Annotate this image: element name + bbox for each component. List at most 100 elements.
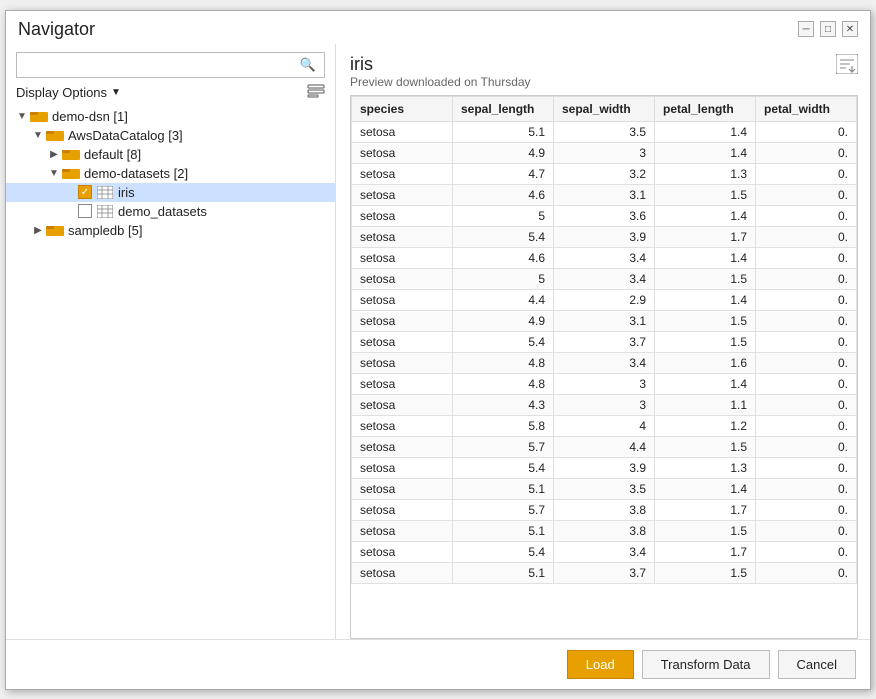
table-cell: setosa [352, 352, 453, 373]
tree-item-demo-datasets-table[interactable]: demo_datasets [6, 202, 335, 221]
tree-item-sampledb[interactable]: ▶ sampledb [5] [6, 221, 335, 240]
table-cell: setosa [352, 562, 453, 583]
table-cell: setosa [352, 247, 453, 268]
left-panel: 🔍 Display Options ▼ ▼ [6, 44, 336, 639]
table-row: setosa4.831.40. [352, 373, 857, 394]
tree-item-default[interactable]: ▶ default [8] [6, 145, 335, 164]
table-cell: 4.6 [453, 247, 554, 268]
tree-label-demo-datasets-table: demo_datasets [118, 204, 207, 219]
table-cell: 5.8 [453, 415, 554, 436]
table-cell: setosa [352, 499, 453, 520]
table-row: setosa5.13.51.40. [352, 478, 857, 499]
table-cell: 3.5 [554, 121, 655, 142]
edit-icon [307, 84, 325, 98]
tree-area: ▼ demo-dsn [1] ▼ AwsDataCatalog [3] [6, 107, 335, 639]
preview-subtitle: Preview downloaded on Thursday [350, 75, 531, 89]
search-bar: 🔍 [16, 52, 325, 78]
table-cell: 4.8 [453, 373, 554, 394]
table-row: setosa4.93.11.50. [352, 310, 857, 331]
table-cell: 0. [756, 436, 857, 457]
table-cell: 3.7 [554, 331, 655, 352]
table-cell: setosa [352, 163, 453, 184]
load-button[interactable]: Load [567, 650, 634, 679]
table-cell: setosa [352, 226, 453, 247]
table-cell: 3.4 [554, 352, 655, 373]
col-header-petal-length: petal_length [655, 96, 756, 121]
table-cell: 3.8 [554, 499, 655, 520]
table-cell: 4.4 [453, 289, 554, 310]
table-cell: 1.3 [655, 457, 756, 478]
checkbox-iris[interactable]: ✓ [78, 185, 92, 199]
col-header-petal-width: petal_width [756, 96, 857, 121]
table-cell: setosa [352, 142, 453, 163]
table-cell: 1.5 [655, 331, 756, 352]
table-cell: 3.4 [554, 247, 655, 268]
minimize-button[interactable]: ─ [798, 21, 814, 37]
table-row: setosa4.42.91.40. [352, 289, 857, 310]
tree-item-iris[interactable]: ✓ iris [6, 183, 335, 202]
display-options-row: Display Options ▼ [6, 84, 335, 107]
table-cell: 0. [756, 163, 857, 184]
table-cell: 0. [756, 499, 857, 520]
cancel-button[interactable]: Cancel [778, 650, 856, 679]
preview-download-icon [836, 54, 858, 79]
table-cell: setosa [352, 457, 453, 478]
table-cell: setosa [352, 310, 453, 331]
table-cell: 3.9 [554, 457, 655, 478]
table-cell: 3 [554, 142, 655, 163]
folder-icon-demo-datasets [62, 166, 80, 180]
tree-item-aws-catalog[interactable]: ▼ AwsDataCatalog [3] [6, 126, 335, 145]
table-cell: setosa [352, 331, 453, 352]
table-cell: 0. [756, 268, 857, 289]
table-icon-demo-datasets-table [96, 204, 114, 218]
transform-data-button[interactable]: Transform Data [642, 650, 770, 679]
table-row: setosa5.43.91.70. [352, 226, 857, 247]
table-cell: 5.1 [453, 520, 554, 541]
table-cell: 0. [756, 373, 857, 394]
display-options-button[interactable]: Display Options ▼ [16, 85, 121, 100]
toggle-icon-sampledb: ▶ [30, 225, 46, 236]
table-cell: 0. [756, 205, 857, 226]
search-input[interactable] [17, 53, 292, 76]
table-scroll-wrapper[interactable]: species sepal_length sepal_width petal_l… [351, 96, 857, 638]
table-cell: setosa [352, 478, 453, 499]
table-cell: 3.1 [554, 310, 655, 331]
maximize-button[interactable]: □ [820, 21, 836, 37]
table-cell: 5.4 [453, 331, 554, 352]
table-cell: 1.6 [655, 352, 756, 373]
table-cell: 4.9 [453, 142, 554, 163]
table-cell: 3.5 [554, 478, 655, 499]
tree-item-demo-dsn[interactable]: ▼ demo-dsn [1] [6, 107, 335, 126]
table-cell: 0. [756, 415, 857, 436]
table-cell: 0. [756, 121, 857, 142]
tree-label-demo-datasets: demo-datasets [2] [84, 166, 188, 181]
table-row: setosa4.931.40. [352, 142, 857, 163]
table-row: setosa5.13.71.50. [352, 562, 857, 583]
toggle-icon-aws-catalog: ▼ [30, 130, 46, 141]
table-cell: 1.7 [655, 499, 756, 520]
folder-icon-demo-dsn [30, 109, 48, 123]
close-button[interactable]: ✕ [842, 21, 858, 37]
table-row: setosa5.73.81.70. [352, 499, 857, 520]
table-row: setosa5.13.51.40. [352, 121, 857, 142]
table-cell: 3.4 [554, 268, 655, 289]
table-cell: 0. [756, 352, 857, 373]
table-cell: 5.4 [453, 541, 554, 562]
checkbox-demo-datasets-table[interactable] [78, 204, 92, 218]
table-cell: 5.1 [453, 478, 554, 499]
table-row: setosa4.63.11.50. [352, 184, 857, 205]
table-cell: 0. [756, 394, 857, 415]
table-cell: 1.4 [655, 478, 756, 499]
table-cell: 1.4 [655, 373, 756, 394]
table-cell: 0. [756, 331, 857, 352]
display-options-arrow: ▼ [111, 87, 121, 98]
table-cell: setosa [352, 541, 453, 562]
tree-label-iris: iris [118, 185, 135, 200]
table-cell: 4 [554, 415, 655, 436]
table-cell: 3.1 [554, 184, 655, 205]
table-cell: setosa [352, 436, 453, 457]
edit-icon-button[interactable] [307, 84, 325, 101]
table-cell: 1.2 [655, 415, 756, 436]
search-button[interactable]: 🔍 [292, 53, 324, 77]
tree-item-demo-datasets[interactable]: ▼ demo-datasets [2] [6, 164, 335, 183]
